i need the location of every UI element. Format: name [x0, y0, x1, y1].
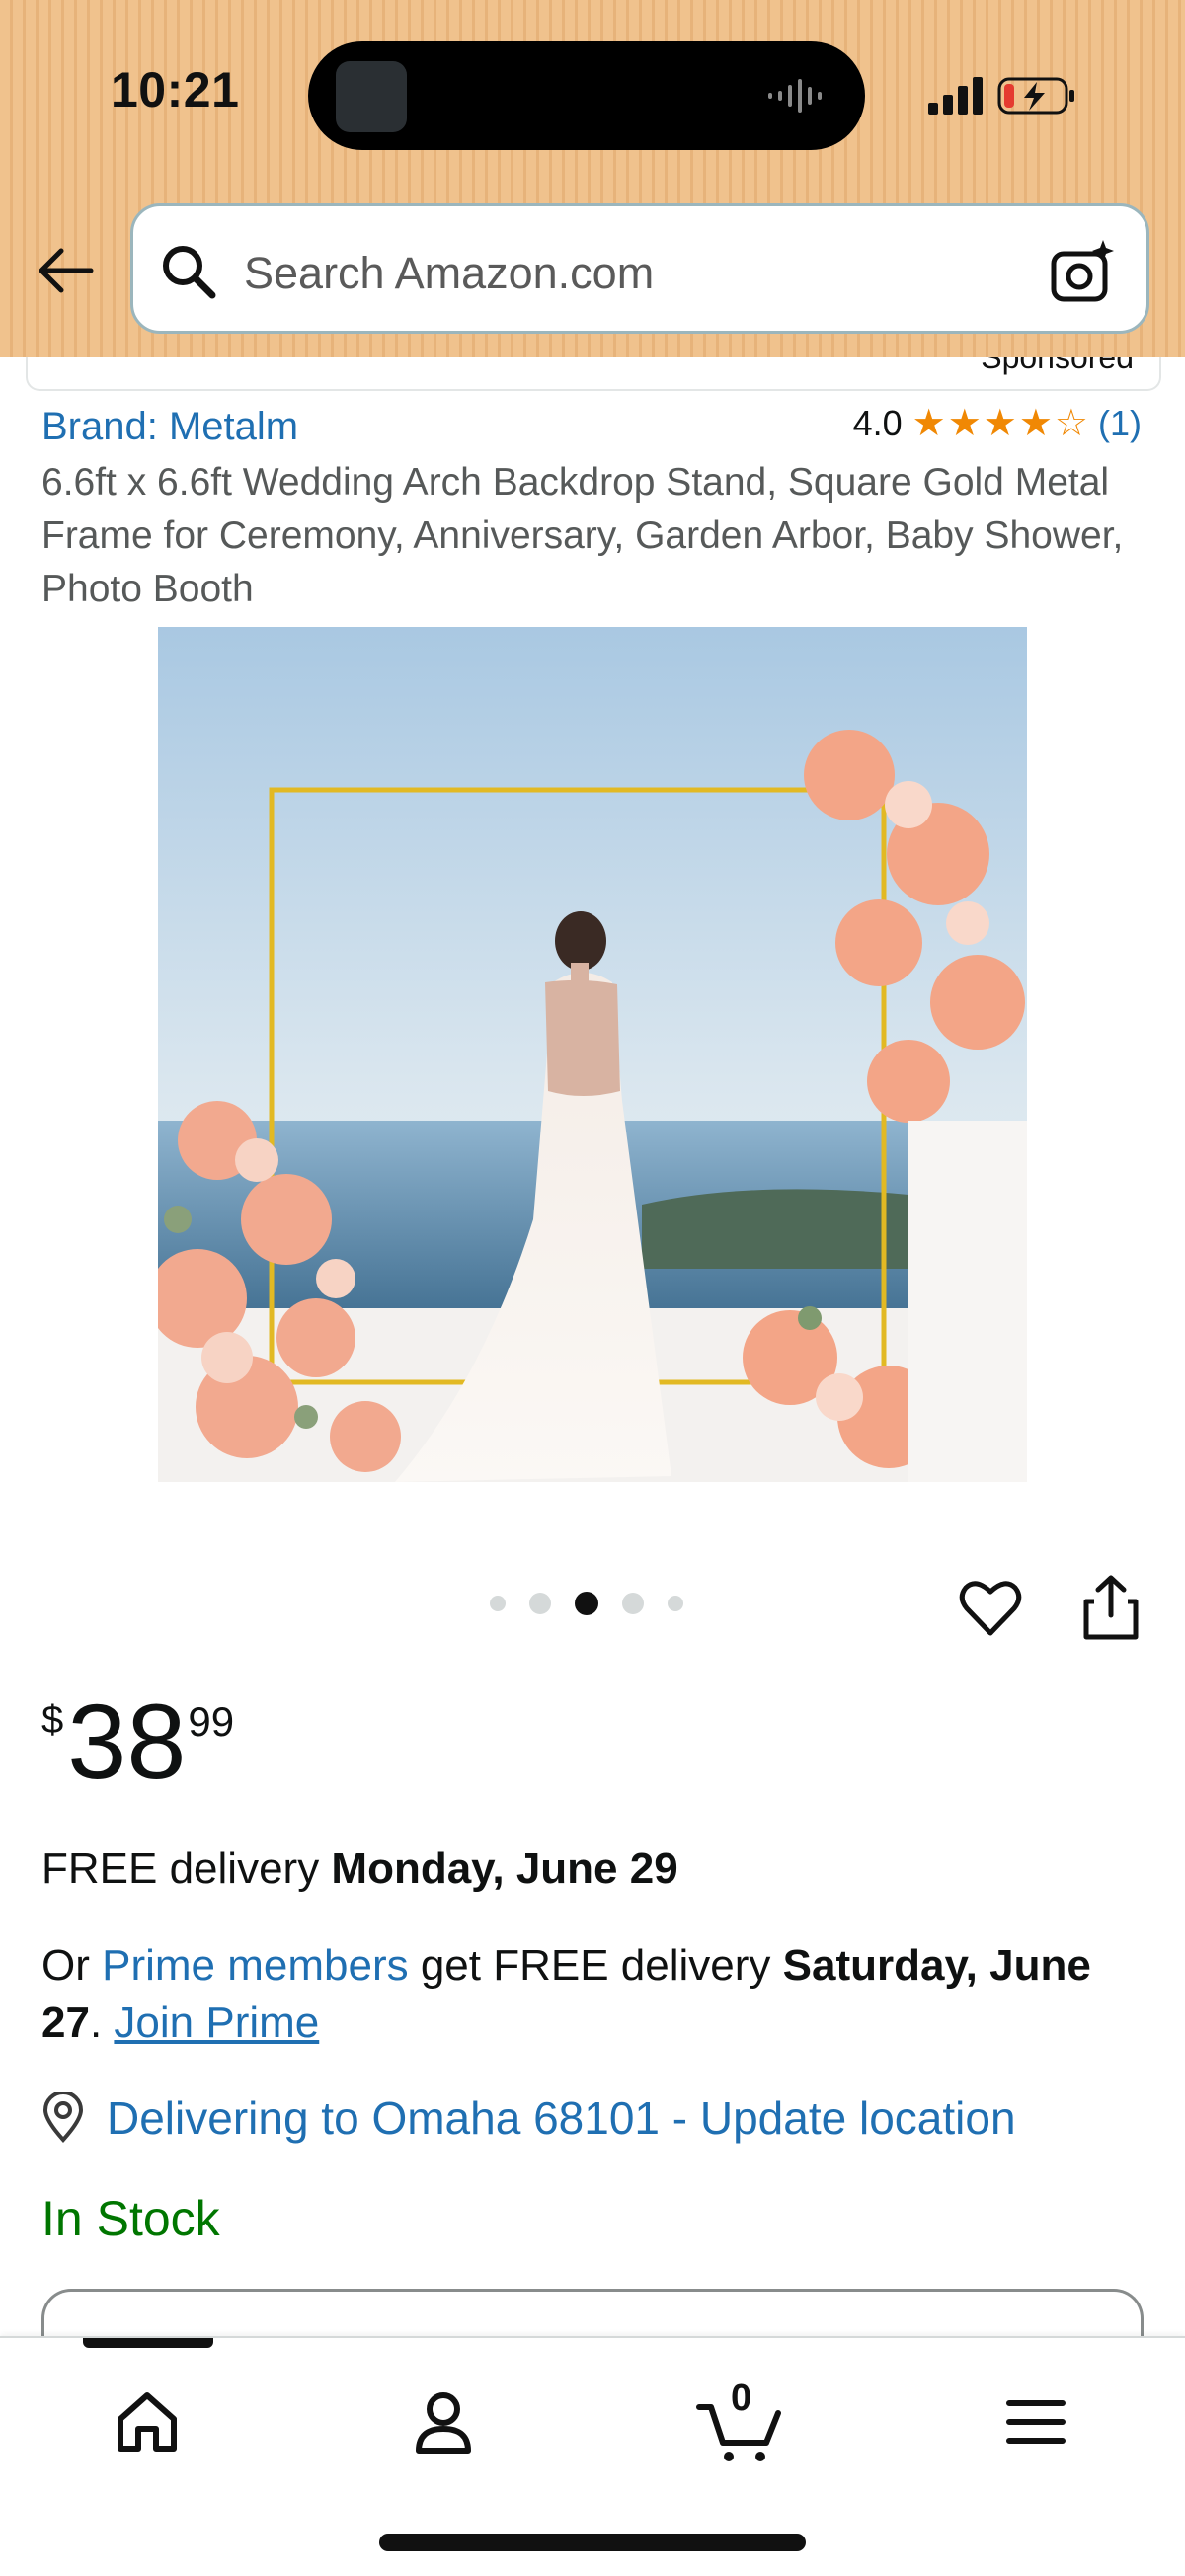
star-full-icon: ★ [911, 403, 946, 444]
carousel-dot[interactable] [529, 1593, 551, 1614]
image-carousel-dots[interactable] [490, 1592, 683, 1615]
battery-icon [997, 77, 1074, 115]
prime-delivery-line: Or Prime members get FREE delivery Satur… [41, 1937, 1128, 2052]
brand-link[interactable]: Brand: Metalm [41, 405, 298, 449]
prime-members-link[interactable]: Prime members [102, 1941, 409, 1990]
camera-search-icon[interactable] [1048, 236, 1119, 307]
star-empty-icon: ☆ [1054, 403, 1088, 444]
star-full-icon: ★ [947, 403, 982, 444]
cart-icon [696, 2404, 781, 2461]
search-icon [163, 246, 216, 299]
sponsored-ad-strip[interactable]: Sponsored [26, 357, 1161, 391]
share-icon[interactable] [1078, 1572, 1144, 1641]
active-tab-indicator [83, 2338, 213, 2348]
menu-icon[interactable] [991, 2378, 1080, 2466]
app-header: 10:21 Search Amazon.com [0, 0, 1185, 357]
free-delivery-date: Monday, June 29 [331, 1844, 678, 1893]
price-whole: 38 [67, 1681, 187, 1801]
rating-count[interactable]: (1) [1098, 403, 1142, 444]
audio-waveform-icon [768, 79, 822, 113]
price-currency: $ [41, 1698, 64, 1742]
delivery-location[interactable]: Delivering to Omaha 68101 - Update locat… [41, 2091, 1016, 2145]
delivery-location-link[interactable]: Delivering to Omaha 68101 - Update locat… [107, 2091, 1016, 2145]
product-image[interactable] [158, 627, 1027, 1482]
stock-status: In Stock [41, 2191, 220, 2246]
sponsored-label: Sponsored [981, 357, 1134, 375]
product-price: $ 38 99 [41, 1688, 234, 1795]
carousel-dot[interactable] [490, 1596, 506, 1611]
price-fraction: 99 [188, 1698, 235, 1745]
cart-button[interactable]: 0 [695, 2378, 784, 2466]
carousel-dot[interactable] [622, 1593, 644, 1614]
rating-stars: ★ ★ ★ ★ ☆ [912, 405, 1088, 442]
location-pin-icon [42, 2092, 84, 2143]
free-delivery-prefix: FREE delivery [41, 1844, 332, 1893]
star-full-icon: ★ [983, 403, 1017, 444]
rating-value: 4.0 [852, 403, 903, 443]
free-delivery-line: FREE delivery Monday, June 29 [41, 1844, 678, 1894]
account-icon[interactable] [399, 2378, 488, 2466]
dynamic-island [308, 41, 865, 150]
cellular-signal-icon [928, 77, 983, 115]
carousel-dot[interactable] [668, 1596, 683, 1611]
prime-mid-text: get FREE delivery [408, 1941, 783, 1990]
join-prime-link[interactable]: Join Prime [114, 1998, 319, 2047]
carousel-dot-active[interactable] [575, 1592, 598, 1615]
now-playing-artwork [336, 61, 407, 132]
prime-or-text: Or [41, 1941, 103, 1990]
search-placeholder: Search Amazon.com [244, 248, 655, 298]
heart-icon[interactable] [958, 1576, 1023, 1641]
status-time: 10:21 [111, 62, 240, 117]
home-icon[interactable] [103, 2378, 192, 2466]
star-full-icon: ★ [1018, 403, 1053, 444]
search-input[interactable]: Search Amazon.com [130, 203, 1149, 334]
product-title: 6.6ft x 6.6ft Wedding Arch Backdrop Stan… [41, 461, 1124, 610]
back-arrow-icon[interactable] [36, 241, 95, 300]
prime-period: . [89, 1998, 115, 2047]
rating-summary[interactable]: 4.0 ★ ★ ★ ★ ☆ (1) [853, 403, 1142, 444]
home-indicator-bar[interactable] [379, 2534, 806, 2551]
